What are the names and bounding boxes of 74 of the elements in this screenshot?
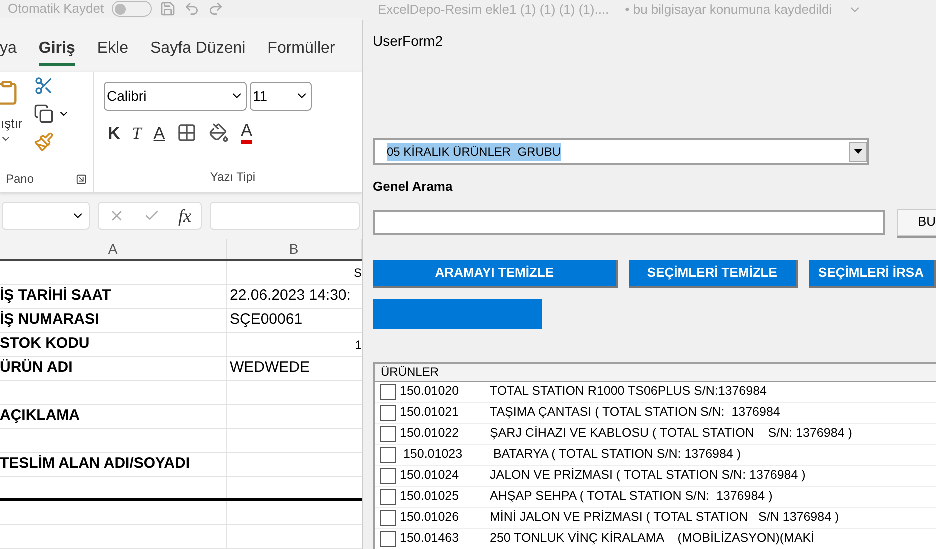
formula-input[interactable] [210,202,360,230]
borders-icon[interactable] [177,123,198,144]
group-dropdown[interactable]: 05 KİRALIK ÜRÜNLER GRUBU [373,138,869,165]
font-size-field[interactable]: 11 [250,82,312,111]
column-header[interactable]: A [0,239,227,260]
autosave-toggle[interactable] [112,1,152,17]
checkbox[interactable] [380,446,396,462]
product-code: 150.01463 [400,530,460,548]
cut-icon[interactable] [34,76,54,96]
action-button[interactable]: ARAMAYI TEMİZLE [373,260,618,288]
ribbon-tab[interactable]: Formüller [268,36,336,66]
product-code: 150.01020 [400,383,460,400]
product-code: 150.01024 [400,467,460,484]
dropdown-value: 05 KİRALIK ÜRÜNLER GRUBU [387,142,562,160]
ribbon-tab[interactable]: ya [0,36,17,66]
bold-button[interactable]: K [108,120,120,146]
checkbox[interactable] [380,384,396,400]
cell-value: 1 [355,336,362,354]
group-label: Pano [6,171,34,188]
action-button[interactable]: SEÇİMLERİ TEMİZLE [629,260,798,288]
format-painter-icon[interactable] [34,132,54,152]
product-name: 250 TONLUK VİNÇ KİRALAMA (MOBİLİZASYON)(MAKİ [490,530,815,548]
italic-button[interactable]: T [132,120,142,146]
group-label: Yazı Tipi [210,169,256,186]
search-button[interactable]: BU [896,208,936,236]
product-name: JALON VE PRİZMASI ( TOTAL STATION S/N: 1376984 ) [490,467,806,484]
product-name: ŞARJ CİHAZI VE KABLOSU ( TOTAL STATION S/N: 1376984 ) [490,425,852,442]
cell-value: SÇE00061 [230,310,303,330]
paste-label[interactable]: ıştır [1,114,34,134]
cell-label: İŞ TARİHİ SAAT [0,286,112,306]
checkbox[interactable] [380,404,396,420]
checkbox[interactable] [380,530,396,546]
product-name: TAŞIMA ÇANTASI ( TOTAL STATION S/N: 1376984 [490,404,780,422]
product-name: MİNİ JALON VE PRİZMASI ( TOTAL STATION S/N 1376984 ) [490,509,840,526]
dropdown-arrow-icon [854,149,862,154]
cell-label: TESLİM ALAN ADI/SOYADI [0,454,190,474]
cell-label: AÇIKLAMA [0,406,80,426]
window-title: UserForm2 [373,32,444,51]
cell-label: İŞ NUMARASI [0,310,100,330]
cell-value: WEDWEDE [230,358,310,378]
product-code: 150.01021 [400,404,460,422]
dialog-launcher-icon[interactable] [76,174,87,185]
product-code: 150.01022 [400,425,460,442]
checkbox[interactable] [380,488,396,504]
product-code: 150.01023 [402,446,464,464]
product-name: AHŞAP SEHPA ( TOTAL STATION S/N: 1376984 ) [490,488,773,506]
paste-icon[interactable] [0,80,20,106]
font-name-field[interactable]: Calibri [104,82,247,111]
font-color-button[interactable]: A [241,122,252,144]
cell-label: ÜRÜN ADI [0,358,73,378]
save-status: • bu bilgisayar konumuna kaydedildi [625,1,832,20]
cell-label: STOK KODU [0,334,90,354]
product-code: 150.01026 [400,509,460,526]
document-title: ExcelDepo-Resim ekle1 (1) (1) (1) (1).... [378,1,610,20]
product-name: BATARYA ( TOTAL STATION S/N: 1376984 ) [492,446,742,464]
ribbon-tab[interactable]: Sayfa Düzeni [150,36,246,66]
action-button[interactable]: SEÇİMLERİ İRSA [808,260,936,288]
cell-value: S [354,264,362,282]
product-code: 150.01025 [400,488,460,506]
autosave-label: Otomatik Kaydet [8,0,104,18]
checkbox[interactable] [380,426,396,442]
ribbon-tab[interactable]: Giriş [38,36,76,66]
checkbox[interactable] [380,468,396,484]
product-name: TOTAL STATION R1000 TS06PLUS S/N:1376984 [490,383,767,400]
formula-buttons[interactable]: fx [98,202,202,230]
checkbox[interactable] [380,510,396,526]
cell-value: 22.06.2023 14:30: [230,286,351,306]
copy-icon[interactable] [34,104,54,124]
search-field[interactable] [373,210,885,234]
list-header: ÜRÜNLER [375,364,936,382]
fill-color-icon[interactable] [209,123,230,144]
ribbon-tab[interactable]: Ekle [97,36,128,66]
underline-button[interactable]: A [154,120,166,146]
search-label: Genel Arama [373,178,453,196]
